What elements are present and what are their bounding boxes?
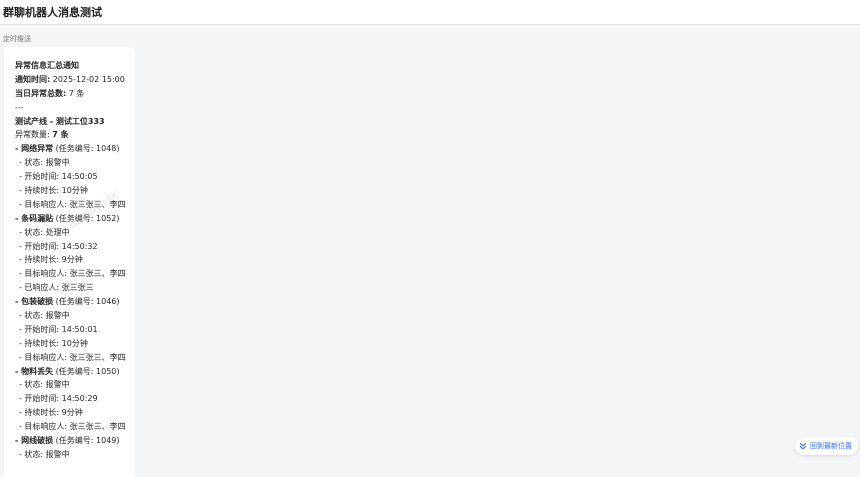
- message-line-value: - 持续时长: 9分钟: [19, 408, 83, 418]
- message-line-key: 异常信息汇总通知: [15, 61, 79, 70]
- message-line-value: - 状态: 处理中: [19, 227, 70, 237]
- message-line: - 目标响应人: 张三张三、李四: [15, 198, 135, 212]
- message-line: 异常数量: 7 条: [15, 128, 135, 142]
- message-line-value: (任务编号: 1049): [53, 436, 120, 446]
- message-line: - 目标响应人: 张三张三、李四: [15, 420, 135, 434]
- message-line: - 网线破损 (任务编号: 1049): [15, 434, 135, 448]
- message-line-value: - 持续时长: 9分钟: [19, 255, 83, 265]
- message-line-value: - 状态: 报警中: [19, 380, 70, 390]
- message-line: - 已响应人: 张三张三: [15, 281, 135, 295]
- chat-header: 群聊机器人消息测试: [0, 0, 860, 25]
- message-line-value: - 开始时间: 14:50:29: [19, 394, 98, 404]
- message-line: - 持续时长: 9分钟: [15, 406, 135, 420]
- message-line: - 开始时间: 14:50:01: [15, 323, 135, 337]
- message-line-value: - 状态: 报警中: [19, 158, 70, 168]
- message-line: - 包装破损 (任务编号: 1046): [15, 295, 135, 309]
- message-line-value: - 已响应人: 张三张三: [19, 283, 94, 293]
- message-line: - 开始时间: 14:50:05: [15, 170, 135, 184]
- message-timestamp: 定时推送: [3, 35, 31, 43]
- message-line-value: - 状态: 报警中: [19, 449, 70, 459]
- message-line-value: - 状态: 报警中: [19, 311, 70, 321]
- message-line: - 目标响应人: 张三张三、李四: [15, 267, 135, 281]
- message-line: - 网络异常 (任务编号: 1048): [15, 142, 135, 156]
- message-line-value: (任务编号: 1048): [53, 144, 120, 154]
- message-line-value: - 目标响应人: 张三张三、李四: [19, 352, 126, 362]
- jump-button-label: 回到最新位置: [810, 442, 852, 450]
- message-line-value: - 开始时间: 14:50:32: [19, 241, 98, 251]
- message-line-value: - 开始时间: 14:50:01: [19, 324, 98, 334]
- message-line: - 状态: 报警中: [15, 156, 135, 170]
- message-line: - 持续时长: 10分钟: [15, 184, 135, 198]
- message-line: 测试产线 - 测试工位333: [15, 115, 135, 129]
- message-line-value: - 持续时长: 10分钟: [19, 186, 88, 196]
- message-line-value: - 开始时间: 14:50:05: [19, 172, 98, 182]
- message-line-value: (任务编号: 1046): [53, 297, 120, 307]
- message-line-value: - 目标响应人: 张三张三、李四: [19, 269, 126, 279]
- message-line: - 状态: 处理中: [15, 226, 135, 240]
- message-line-key: 测试产线 - 测试工位333: [15, 116, 105, 126]
- message-line-key: - 条码漏贴: [15, 213, 54, 223]
- message-line: - 物料丢失 (任务编号: 1050): [15, 365, 135, 379]
- message-line-value: ---: [15, 102, 24, 112]
- message-line: ---: [15, 101, 135, 115]
- message-line: - 持续时长: 10分钟: [15, 337, 135, 351]
- message-line: - 开始时间: 14:50:32: [15, 240, 135, 254]
- message-line: - 持续时长: 9分钟: [15, 253, 135, 267]
- message-line-key: - 包装破损: [15, 297, 54, 307]
- message-line-key: 异常数量:: [15, 130, 53, 140]
- message-body: 异常信息汇总通知 通知时间: 2025-12-02 15:00 当日异常总数: 7 …: [15, 59, 135, 462]
- message-line-key: 当日异常总数:: [15, 88, 67, 98]
- message-line: - 开始时间: 14:50:29: [15, 392, 135, 406]
- message-line-key: 通知时间:: [15, 74, 51, 84]
- message-line-value: 7 条: [66, 88, 85, 98]
- message-line: 通知时间: 2025-12-02 15:00: [15, 73, 135, 87]
- message-line: 异常信息汇总通知: [15, 59, 135, 73]
- message-bubble: 异常信息汇总通知 通知时间: 2025-12-02 15:00 当日异常总数: 7 …: [4, 47, 135, 477]
- message-line-key: - 网线破损: [15, 436, 54, 446]
- message-line: - 状态: 报警中: [15, 448, 135, 462]
- message-line: - 目标响应人: 张三张三、李四: [15, 351, 135, 365]
- message-line: - 状态: 报警中: [15, 378, 135, 392]
- message-line-key: - 网络异常: [15, 144, 54, 154]
- message-line-key: - 物料丢失: [15, 366, 54, 376]
- message-line-value: - 目标响应人: 张三张三、李四: [19, 422, 126, 432]
- message-line-value: 2025-12-02 15:00: [50, 74, 125, 84]
- chat-title: 群聊机器人消息测试: [3, 6, 102, 19]
- jump-to-latest-button[interactable]: 回到最新位置: [795, 437, 858, 455]
- message-line-value: (任务编号: 1052): [53, 213, 120, 223]
- double-chevron-down-icon: [799, 442, 807, 450]
- message-line-value: (任务编号: 1050): [53, 366, 120, 376]
- message-line: - 条码漏贴 (任务编号: 1052): [15, 212, 135, 226]
- message-line-value: 7 条: [52, 130, 69, 140]
- message-line-value: - 持续时长: 10分钟: [19, 338, 88, 348]
- message-line: - 状态: 报警中: [15, 309, 135, 323]
- message-line: 当日异常总数: 7 条: [15, 87, 135, 101]
- message-line-value: - 目标响应人: 张三张三、李四: [19, 199, 126, 209]
